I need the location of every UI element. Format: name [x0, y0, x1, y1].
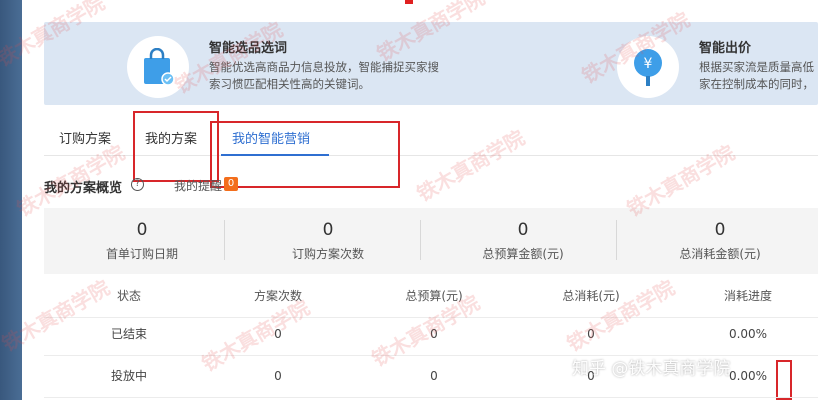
tab-order-plan[interactable]: 订购方案	[59, 128, 111, 147]
highlight-box	[133, 111, 219, 182]
divider	[420, 220, 421, 260]
table-cell: 0	[274, 327, 282, 341]
table-row: 已结束 0 0 0 0.00%	[44, 316, 818, 356]
page: 智能选品选词 智能优选高商品力信息投放，智能捕捉买家搜索习惯匹配相关性高的关键词…	[0, 0, 818, 400]
feature-title: 智能出价	[699, 41, 752, 56]
column-header: 消耗进度	[723, 289, 772, 303]
feature-description: 智能优选高商品力信息投放，智能捕捉买家搜索习惯匹配相关性高的关键词。	[209, 60, 439, 91]
stat-value: 0	[136, 220, 148, 240]
column-header: 状态	[116, 289, 141, 303]
top-strip	[22, 0, 818, 22]
table-cell: 已结束	[110, 327, 147, 341]
svg-text:¥: ¥	[644, 56, 653, 72]
zhihu-watermark: 知乎 @铁木真商学院	[572, 359, 731, 379]
divider	[224, 220, 225, 260]
stat-label: 总预算金额(元)	[482, 247, 564, 261]
table-cell: 0.00%	[728, 327, 768, 341]
stat-value: 0	[517, 220, 529, 240]
overview-stats: 0 首单订购日期 0 订购方案次数 0 总预算金额(元) 0 总消耗金额(元)	[44, 208, 818, 274]
overview-title: 我的方案概览	[44, 181, 123, 196]
left-sidebar	[0, 0, 22, 400]
reminder-count-badge: 0	[224, 177, 238, 191]
table-cell: 0	[430, 327, 438, 341]
table-cell: 投放中	[110, 369, 147, 383]
top-red-mark	[405, 0, 413, 4]
yen-pin-icon: ¥	[617, 36, 679, 98]
stat-total-spend: 0 总消耗金额(元)	[622, 208, 818, 274]
table-cell: 0	[274, 369, 282, 383]
shopping-bag-icon	[127, 36, 189, 98]
feature-description: 根据买家流是质量高低家在控制成本的同时，	[699, 60, 814, 91]
column-header: 总预算(元)	[405, 289, 463, 303]
highlight-box	[210, 121, 400, 188]
table-cell: 0	[430, 369, 438, 383]
feature-card-smart-bid: ¥ 智能出价 根据买家流是质量高低家在控制成本的同时，	[614, 22, 818, 105]
stat-first-order-date: 0 首单订购日期	[44, 208, 240, 274]
stat-label: 订购方案次数	[291, 247, 364, 261]
table-header-row: 状态 方案次数 总预算(元) 总消耗(元) 消耗进度	[44, 278, 818, 318]
reminder-link[interactable]: 我的提醒	[174, 177, 222, 194]
stat-value: 0	[322, 220, 334, 240]
column-header: 方案次数	[253, 289, 302, 303]
table-cell: 0	[587, 327, 595, 341]
column-header: 总消耗(元)	[562, 289, 620, 303]
stat-label: 总消耗金额(元)	[679, 247, 761, 261]
question-circle-icon[interactable]: ?	[131, 178, 144, 191]
stat-value: 0	[714, 220, 726, 240]
feature-banner: 智能选品选词 智能优选高商品力信息投放，智能捕捉买家搜索习惯匹配相关性高的关键词…	[44, 22, 818, 105]
feature-title: 智能选品选词	[209, 41, 288, 56]
divider	[616, 220, 617, 260]
stat-label: 首单订购日期	[105, 247, 178, 261]
feature-card-smart-selection: 智能选品选词 智能优选高商品力信息投放，智能捕捉买家搜索习惯匹配相关性高的关键词…	[44, 22, 524, 105]
stat-total-budget: 0 总预算金额(元)	[425, 208, 621, 274]
stat-order-count: 0 订购方案次数	[230, 208, 426, 274]
